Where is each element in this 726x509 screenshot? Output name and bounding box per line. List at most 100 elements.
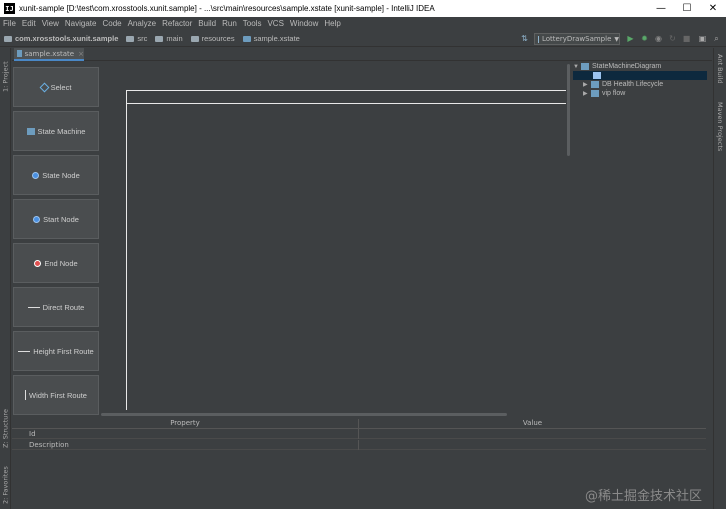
state-node-icon [32, 171, 40, 179]
breadcrumb-label: src [137, 34, 148, 43]
run-config-label: LotteryDrawSample [541, 35, 612, 43]
breadcrumb-src[interactable]: src [126, 34, 147, 43]
tab-label: sample.xstate [24, 49, 75, 58]
breadcrumb-label: main [166, 34, 183, 43]
folder-icon [155, 35, 164, 42]
column-divider [358, 440, 359, 450]
right-tool-stripe: Ant Build Maven Projects [713, 48, 726, 509]
run-configuration-select[interactable]: LotteryDrawSample ▼ [534, 33, 620, 45]
maven-projects-tool-button[interactable]: Maven Projects [716, 102, 724, 151]
tree-node-selected[interactable] [593, 71, 604, 80]
breadcrumb-project[interactable]: com.xrosstools.xunit.sample [4, 34, 118, 43]
menu-refactor[interactable]: Refactor [162, 19, 192, 28]
favorites-tool-button[interactable]: 2: Favorites [0, 458, 11, 504]
tree-node-vip-flow[interactable]: ▶ vip flow [583, 89, 625, 98]
menu-edit[interactable]: Edit [22, 19, 36, 28]
palette-label: Height First Route [33, 346, 94, 356]
menu-help[interactable]: Help [324, 19, 340, 28]
state-machine-icon [591, 81, 599, 88]
ant-build-tool-button[interactable]: Ant Build [716, 54, 724, 84]
menu-vcs[interactable]: VCS [267, 19, 283, 28]
palette-label: Select [50, 82, 72, 92]
profile-icon[interactable]: ↻ [668, 34, 677, 43]
palette-select-button[interactable]: Select [13, 67, 99, 107]
palette-end-node-button[interactable]: End Node [13, 243, 99, 283]
palette-label: Direct Route [42, 302, 85, 312]
state-machine-diagram-icon [581, 63, 589, 70]
palette-direct-route-button[interactable]: Direct Route [13, 287, 99, 327]
tab-sample-xstate[interactable]: sample.xstate × [14, 48, 84, 61]
property-key: Description [29, 441, 69, 449]
folder-icon [190, 35, 199, 42]
menu-window[interactable]: Window [290, 19, 318, 28]
state-machine-icon [591, 90, 599, 97]
properties-header: Property Value [12, 419, 706, 429]
property-column-header[interactable]: Property [12, 419, 358, 427]
maximize-button[interactable]: ☐ [674, 0, 700, 17]
chevron-down-icon: ▼ [614, 35, 619, 43]
breadcrumb-main[interactable]: main [155, 34, 183, 43]
palette-start-node-button[interactable]: Start Node [13, 199, 99, 239]
project-structure-icon[interactable]: ▣ [698, 34, 707, 43]
column-divider [358, 429, 359, 439]
navigation-bar: com.xrosstools.xunit.sample src main res… [0, 31, 726, 47]
direct-route-icon [27, 306, 40, 308]
window-title: xunit-sample [D:\test\com.xrosstools.xun… [19, 4, 435, 13]
state-machine-icon [593, 72, 601, 79]
run-config-icon [538, 35, 539, 43]
select-icon [39, 82, 50, 92]
coverage-icon[interactable]: ◉ [654, 34, 663, 43]
state-machine-icon [26, 127, 35, 135]
diagram-canvas[interactable] [101, 62, 566, 411]
property-row-description[interactable]: Description [12, 440, 706, 450]
run-icon[interactable]: ▶ [626, 34, 635, 43]
close-window-button[interactable]: ✕ [700, 0, 726, 17]
palette-label: End Node [44, 258, 78, 268]
vertical-scrollbar[interactable] [567, 64, 570, 156]
palette-state-node-button[interactable]: State Node [13, 155, 99, 195]
stop-icon[interactable]: ■ [682, 34, 691, 43]
folder-icon [4, 35, 12, 42]
debug-icon[interactable]: ✹ [640, 34, 649, 43]
horizontal-scrollbar[interactable] [101, 413, 507, 416]
structure-tool-button[interactable]: Z: Structure [0, 404, 11, 448]
diagram-file-icon [17, 50, 22, 57]
palette-height-first-route-button[interactable]: Height First Route [13, 331, 99, 371]
start-node-icon [33, 215, 41, 223]
close-tab-icon[interactable]: × [78, 50, 84, 58]
minimize-button[interactable]: — [648, 0, 674, 17]
property-row-id[interactable]: Id [12, 429, 706, 439]
breadcrumb-label: sample.xstate [253, 34, 300, 43]
menu-navigate[interactable]: Navigate [65, 19, 97, 28]
outline-tree: ▼ StateMachineDiagram ▶ DB Health Lifecy… [571, 60, 711, 112]
state-machine-shape[interactable] [126, 90, 566, 410]
search-icon[interactable]: ⌕ [712, 34, 721, 43]
menu-code[interactable]: Code [102, 19, 121, 28]
breadcrumb-file[interactable]: sample.xstate [242, 34, 300, 43]
expand-right-icon[interactable]: ▶ [583, 90, 591, 97]
palette-state-machine-button[interactable]: State Machine [13, 111, 99, 151]
expand-right-icon[interactable]: ▶ [583, 81, 591, 88]
palette-label: State Node [42, 170, 80, 180]
palette-width-first-route-button[interactable]: Width First Route [13, 375, 99, 415]
menu-run[interactable]: Run [222, 19, 237, 28]
menu-tools[interactable]: Tools [243, 19, 262, 28]
menu-view[interactable]: View [42, 19, 59, 28]
expand-down-icon[interactable]: ▼ [573, 64, 581, 70]
breadcrumb-resources[interactable]: resources [190, 34, 235, 43]
folder-icon [126, 35, 135, 42]
tree-node-db-health-lifecycle[interactable]: ▶ DB Health Lifecycle [583, 80, 663, 89]
properties-panel: Property Value Id Description [12, 418, 706, 450]
menu-build[interactable]: Build [198, 19, 216, 28]
build-icon[interactable]: ⇅ [520, 34, 529, 43]
title-bar: IJ xunit-sample [D:\test\com.xrosstools.… [0, 0, 726, 17]
palette-label: Start Node [43, 214, 79, 224]
menu-file[interactable]: File [3, 19, 16, 28]
project-tool-button[interactable]: 1: Project [0, 52, 11, 92]
value-column-header[interactable]: Value [358, 419, 706, 429]
height-first-route-icon [18, 350, 31, 352]
menu-analyze[interactable]: Analyze [128, 19, 156, 28]
tree-node-root[interactable]: ▼ StateMachineDiagram [573, 62, 661, 71]
diagram-file-icon [242, 35, 251, 42]
palette-label: State Machine [37, 126, 86, 136]
